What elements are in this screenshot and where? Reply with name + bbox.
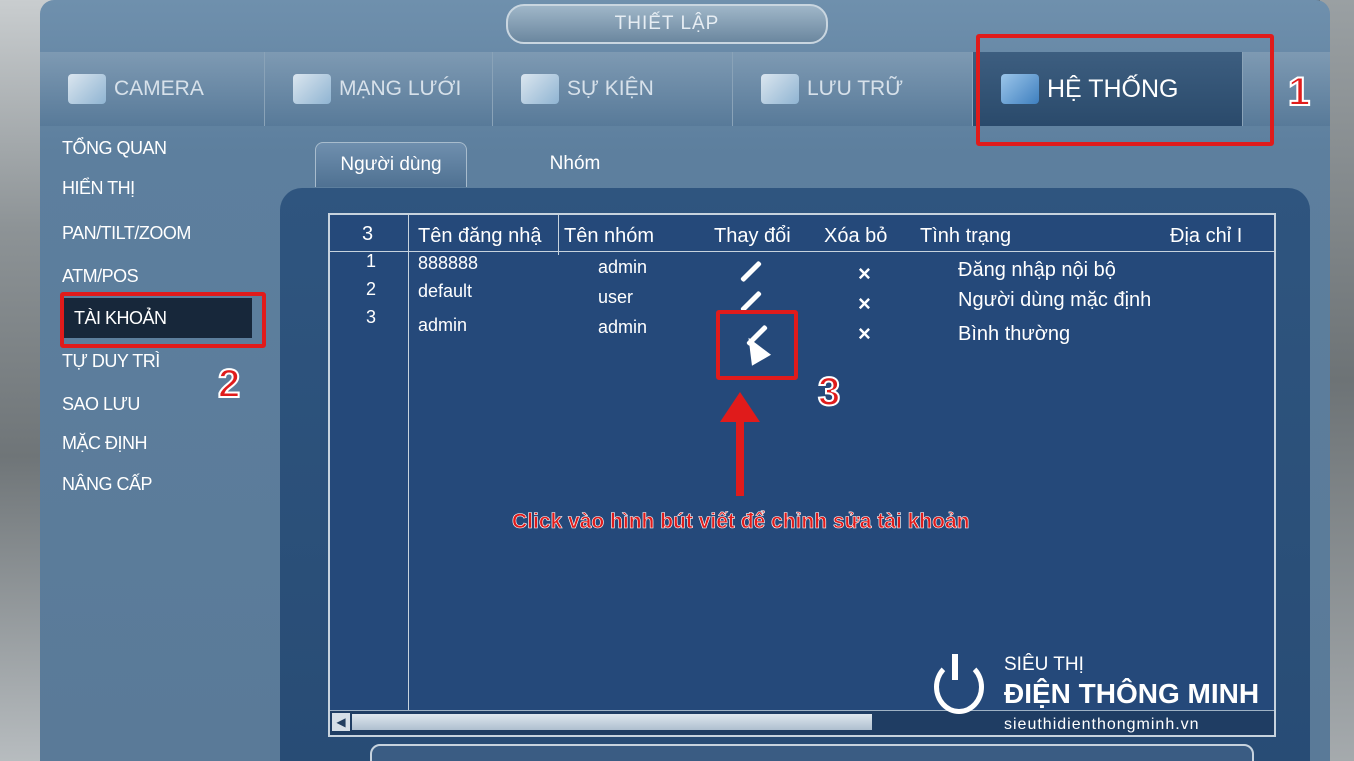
row-status: Người dùng mặc định	[958, 289, 1152, 311]
tab-storage[interactable]: LƯU TRỮ	[733, 52, 973, 126]
sidebar-item-overview[interactable]: TỔNG QUAN	[62, 138, 262, 159]
sidebar-item-atm-pos[interactable]: ATM/POS	[62, 266, 262, 287]
delete-x-icon[interactable]: ×	[858, 261, 871, 287]
sidebar-item-ptz[interactable]: PAN/TILT/ZOOM	[62, 223, 262, 244]
arrow-shaft	[736, 410, 744, 496]
network-icon	[293, 74, 331, 104]
sidebar: TỔNG QUAN HIỂN THỊ PAN/TILT/ZOOM ATM/POS…	[40, 126, 270, 761]
watermark-line1: SIÊU THỊ	[1004, 654, 1084, 675]
bottom-panel-edge	[370, 744, 1254, 761]
row-number: 3	[366, 307, 377, 327]
delete-x-icon[interactable]: ×	[858, 291, 871, 317]
step-number-3: 3	[817, 369, 841, 415]
highlight-box-system-tab	[976, 34, 1274, 146]
row-number: 1	[366, 251, 377, 271]
instruction-text: Click vào hình bút viết để chỉnh sửa tài…	[512, 510, 970, 534]
row-group: user	[598, 287, 634, 307]
row-status: Đăng nhập nội bộ	[958, 259, 1116, 281]
tab-event[interactable]: SỰ KIỆN	[493, 52, 733, 126]
column-divider	[408, 215, 409, 735]
row-group: admin	[598, 317, 648, 337]
row-group: admin	[598, 257, 648, 277]
tab-label: CAMERA	[114, 77, 204, 100]
header-address: Địa chỉ I	[1170, 225, 1243, 247]
camera-icon	[68, 74, 106, 104]
user-count: 3	[362, 223, 374, 245]
highlight-box-account	[60, 292, 266, 348]
column-divider	[558, 215, 559, 255]
tab-users[interactable]: Người dùng	[315, 142, 467, 187]
event-icon	[521, 74, 559, 104]
tab-label: LƯU TRỮ	[807, 77, 904, 100]
lightbulb-power-icon	[934, 660, 984, 714]
sidebar-item-default[interactable]: MẶC ĐỊNH	[62, 433, 262, 454]
watermark-line2: ĐIỆN THÔNG MINH	[1004, 678, 1260, 709]
header-delete: Xóa bỏ	[824, 225, 888, 247]
header-status: Tình trạng	[920, 225, 1012, 247]
header-modify: Thay đổi	[714, 225, 791, 247]
header-username: Tên đăng nhậ	[418, 225, 542, 247]
tab-label: MẠNG LƯỚI	[339, 77, 462, 100]
power-line	[952, 654, 958, 680]
step-number-2: 2	[217, 361, 241, 407]
sidebar-item-upgrade[interactable]: NÂNG CẤP	[62, 474, 262, 495]
pencil-icon[interactable]	[740, 260, 762, 283]
watermark: SIÊU THỊ ĐIỆN THÔNG MINH sieuthidienthon…	[918, 650, 1298, 740]
header-divider	[330, 251, 1274, 252]
row-username: admin	[418, 315, 468, 335]
row-status: Bình thường	[958, 323, 1071, 345]
scroll-left-arrow-icon[interactable]: ◀	[332, 713, 350, 731]
row-number: 2	[366, 279, 377, 299]
sidebar-item-display[interactable]: HIỂN THỊ	[62, 178, 262, 199]
tab-groups[interactable]: Nhóm	[515, 142, 635, 186]
tab-camera[interactable]: CAMERA	[40, 52, 265, 126]
window-title: THIẾT LẬP	[506, 4, 828, 44]
row-username: 888888	[418, 253, 479, 273]
tab-label: SỰ KIỆN	[567, 77, 654, 100]
scroll-thumb[interactable]	[352, 714, 872, 730]
delete-x-icon[interactable]: ×	[858, 321, 871, 347]
storage-icon	[761, 74, 799, 104]
row-username: default	[418, 281, 473, 301]
header-group: Tên nhóm	[564, 225, 655, 247]
tab-network[interactable]: MẠNG LƯỚI	[265, 52, 493, 126]
step-number-1: 1	[1287, 69, 1311, 115]
watermark-url: sieuthidienthongminh.vn	[1004, 716, 1200, 733]
